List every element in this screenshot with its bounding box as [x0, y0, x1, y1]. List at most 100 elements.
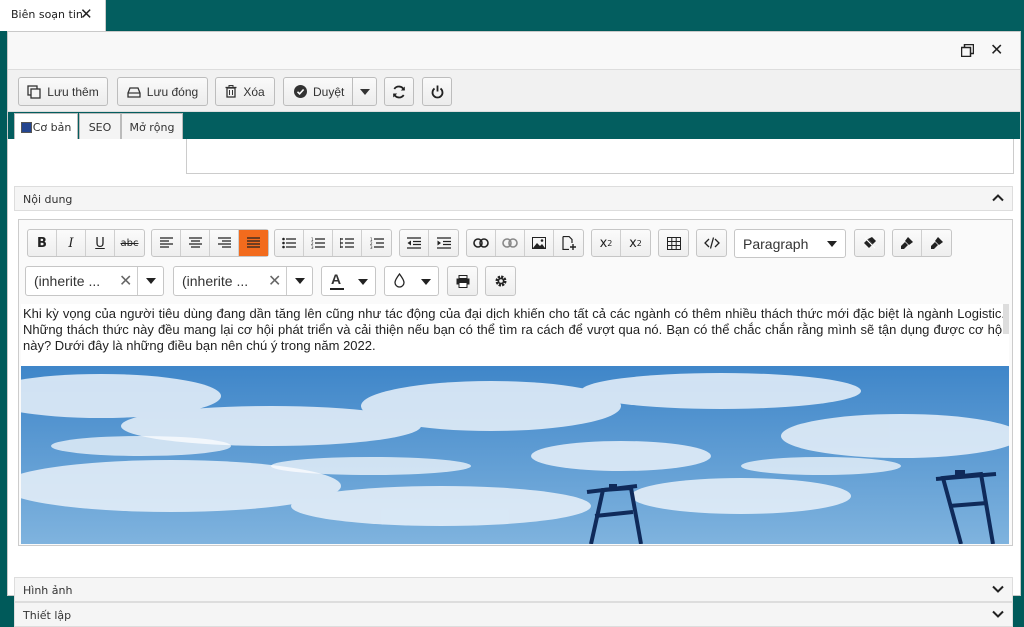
save-close-button[interactable]: Lưu đóng	[117, 77, 208, 106]
save-more-button[interactable]: Lưu thêm	[18, 77, 108, 106]
format-select-value: Paragraph	[743, 236, 809, 252]
align-right-button[interactable]	[210, 230, 239, 256]
editor-scrollbar[interactable]	[1003, 304, 1009, 334]
doc-tab-bien-soan-tin[interactable]: Biên soạn tin ✕	[0, 0, 106, 31]
gear-icon	[495, 275, 506, 287]
clear-icon[interactable]: ✕	[119, 271, 132, 291]
bullet-list-button[interactable]	[275, 230, 304, 256]
underline-button[interactable]: U	[86, 230, 115, 256]
align-center-icon	[188, 237, 202, 248]
align-left-icon	[159, 237, 173, 248]
tab-mo-rong[interactable]: Mở rộng	[121, 113, 183, 140]
insert-group	[466, 229, 584, 257]
view-html-button[interactable]	[697, 230, 726, 256]
power-button[interactable]	[422, 77, 452, 106]
outdent-button[interactable]	[400, 230, 429, 256]
article-image[interactable]	[21, 366, 1009, 544]
tab-co-ban-label: Cơ bản	[32, 121, 72, 134]
panel-thiet-lap-label: Thiết lập	[23, 609, 72, 622]
link-button[interactable]	[467, 230, 496, 256]
font-color-picker[interactable]: A	[321, 266, 376, 296]
editor-document[interactable]: Khi kỳ vọng của người tiêu dùng đang dần…	[21, 304, 1009, 544]
svg-text:3: 3	[370, 245, 373, 249]
tab-content: Nội dung B I U abc 123 123 x 2 x 2 Parag…	[8, 139, 1020, 627]
paste-format-button[interactable]	[922, 230, 951, 256]
background-color-picker[interactable]	[384, 266, 439, 296]
align-center-button[interactable]	[181, 230, 210, 256]
clear-format-button[interactable]	[855, 230, 884, 256]
italic-button[interactable]: I	[57, 230, 86, 256]
editor-body-text[interactable]: Khi kỳ vọng của người tiêu dùng đang dần…	[23, 306, 1005, 354]
trash-icon	[225, 85, 237, 98]
indent-list-button[interactable]	[333, 230, 362, 256]
clear-icon[interactable]: ✕	[268, 271, 281, 291]
image-icon	[532, 237, 546, 249]
close-icon[interactable]: ✕	[80, 6, 93, 22]
indent-icon	[436, 237, 451, 249]
rich-text-editor: B I U abc 123 123 x 2 x 2 Paragraph (inh…	[18, 219, 1013, 546]
brush-icon	[930, 237, 943, 249]
copy-icon	[27, 84, 41, 99]
paint-group	[892, 229, 952, 257]
print-icon	[456, 274, 469, 288]
clean-html-button[interactable]	[893, 230, 922, 256]
align-justify-button[interactable]	[239, 230, 268, 256]
chevron-down-icon[interactable]	[992, 608, 1004, 620]
chevron-down-icon[interactable]	[992, 583, 1004, 595]
font-family-select[interactable]: (inherite ... ✕	[25, 266, 164, 296]
script-group: x2 x2	[591, 229, 651, 257]
format-select[interactable]: Paragraph	[734, 229, 846, 258]
flag-icon	[20, 122, 32, 133]
strikethrough-button[interactable]: abc	[115, 230, 144, 256]
port-cranes-photo	[21, 366, 1009, 544]
numbered-list-icon: 123	[311, 237, 325, 249]
restore-window-icon[interactable]	[961, 44, 974, 57]
drive-icon	[127, 86, 141, 98]
droplet-icon	[394, 273, 405, 288]
print-button[interactable]	[448, 267, 477, 295]
svg-text:3: 3	[311, 245, 314, 249]
font-color-letter: A	[331, 271, 342, 287]
chevron-up-icon[interactable]	[992, 192, 1004, 204]
caret-down-icon	[827, 241, 837, 247]
table-icon	[666, 236, 681, 250]
editor-settings-button[interactable]	[486, 267, 515, 295]
align-left-button[interactable]	[152, 230, 181, 256]
font-family-arrow[interactable]	[137, 267, 163, 295]
subscript-button[interactable]: x2	[592, 230, 621, 256]
tab-seo[interactable]: SEO	[79, 113, 121, 140]
font-color-swatch	[330, 288, 344, 290]
panel-noi-dung-label: Nội dung	[23, 193, 73, 206]
doc-tab-label: Biên soạn tin	[11, 8, 83, 21]
outline-list-icon	[340, 238, 354, 248]
delete-button[interactable]: Xóa	[215, 77, 275, 106]
unlink-button[interactable]	[496, 230, 525, 256]
bold-button[interactable]: B	[28, 230, 57, 256]
caret-down-icon[interactable]	[360, 89, 370, 95]
panel-hinh-anh-header[interactable]: Hình ảnh	[14, 577, 1013, 602]
refresh-button[interactable]	[384, 77, 414, 106]
panel-noi-dung-header[interactable]: Nội dung	[14, 186, 1013, 211]
font-size-value: (inherite ...	[182, 273, 249, 289]
insert-file-button[interactable]	[554, 230, 583, 256]
document-tab-strip: Biên soạn tin ✕	[0, 0, 1024, 31]
window-close-icon[interactable]: ✕	[990, 40, 1003, 59]
multilevel-list-button[interactable]: 123	[362, 230, 391, 256]
insert-image-button[interactable]	[525, 230, 554, 256]
numbered-list-button[interactable]: 123	[304, 230, 333, 256]
superscript-button[interactable]: x2	[621, 230, 650, 256]
tab-co-ban[interactable]: Cơ bản	[14, 113, 78, 141]
window-titlebar: ✕	[8, 32, 1020, 70]
font-size-select[interactable]: (inherite ... ✕	[173, 266, 313, 296]
insert-table-button[interactable]	[659, 230, 688, 256]
caret-down-icon	[421, 279, 431, 285]
unlink-icon	[502, 238, 518, 248]
summary-textarea[interactable]	[186, 139, 1014, 174]
approve-split-button[interactable]: Duyệt	[283, 77, 377, 106]
font-size-arrow[interactable]	[286, 267, 312, 295]
indent-button[interactable]	[429, 230, 458, 256]
panel-hinh-anh-label: Hình ảnh	[23, 584, 73, 597]
panel-thiet-lap-header[interactable]: Thiết lập	[14, 602, 1013, 627]
power-icon	[431, 85, 443, 98]
font-family-value: (inherite ...	[34, 273, 101, 289]
